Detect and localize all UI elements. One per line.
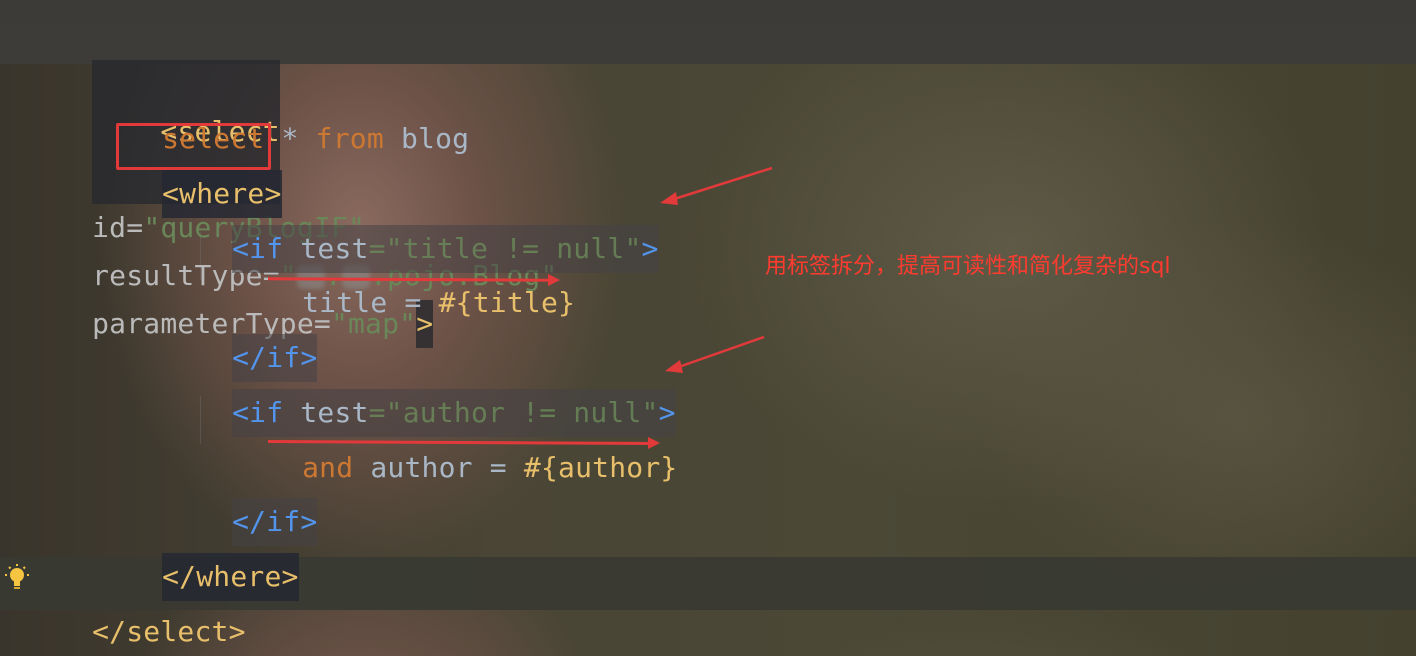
code-line-10[interactable]: </where> (128, 505, 299, 601)
annotation-note: 用标签拆分，提高可读性和简化复杂的sql (765, 254, 1171, 279)
underline-arrowhead-title (548, 274, 560, 286)
id-attribute: id (92, 211, 127, 244)
code-line-8[interactable]: and author = #{author} (268, 396, 677, 484)
code-line-6[interactable]: </if> (198, 286, 318, 382)
if-open-bracket: > (641, 232, 659, 265)
highlight-box-where (116, 123, 271, 170)
code-line-1[interactable]: <select id="queryBlogIF" resultType="..p… (58, 12, 558, 348)
lightbulb-icon[interactable] (4, 563, 30, 593)
sql-field-author: author (370, 451, 473, 484)
code-line-4[interactable]: <if test="title != null"> (198, 177, 659, 273)
code-line-11[interactable]: </select> (58, 560, 246, 648)
sql-table-name: blog (400, 122, 470, 155)
underline-arrowhead-author (648, 437, 660, 449)
param-title: #{title} (438, 286, 576, 319)
code-line-5[interactable]: title = #{title} (268, 231, 575, 319)
sql-from-keyword: from (315, 122, 384, 155)
sql-equals: = (404, 286, 422, 319)
sql-equals: = (489, 451, 507, 484)
select-close-tag: </select> (92, 615, 246, 648)
sql-star: * (281, 122, 299, 155)
code-line-9[interactable]: </if> (198, 450, 318, 546)
code-line-2[interactable]: select * from blog (128, 67, 469, 155)
param-author: #{author} (523, 451, 678, 484)
code-line-7[interactable]: <if test="author != null"> (198, 341, 676, 437)
